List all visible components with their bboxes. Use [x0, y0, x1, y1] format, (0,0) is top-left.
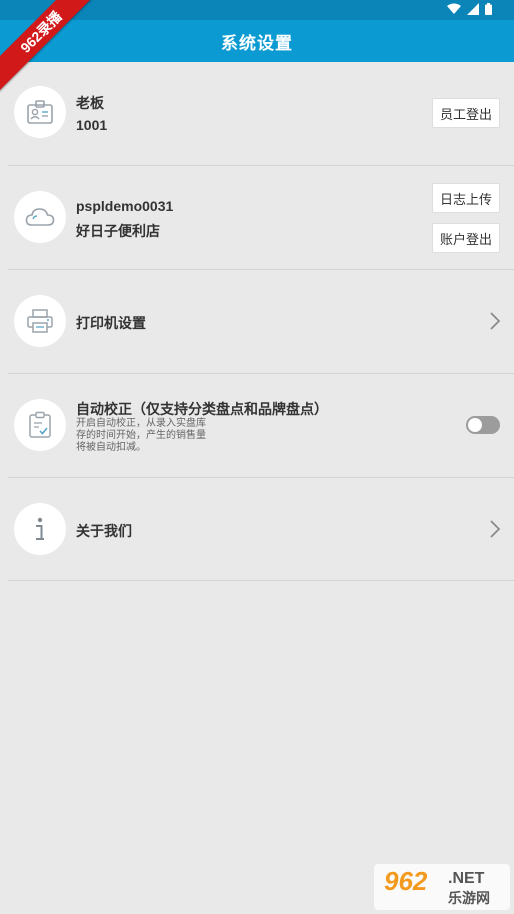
- page-title: 系统设置: [221, 33, 293, 53]
- info-icon: [36, 517, 44, 540]
- auto-correct-icon-circle: [14, 399, 66, 451]
- signal-icon: [467, 3, 479, 15]
- printer-settings-row[interactable]: 打印机设置: [8, 270, 514, 373]
- watermark-brand: 962: [384, 866, 428, 896]
- watermark-net: .NET: [448, 870, 485, 887]
- auto-correct-title: 自动校正（仅支持分类盘点和品牌盘点）: [76, 401, 328, 417]
- printer-settings-label: 打印机设置: [76, 315, 146, 331]
- about-us-label: 关于我们: [76, 523, 132, 539]
- cloud-icon: [25, 208, 55, 226]
- store-name: 好日子便利店: [76, 223, 160, 239]
- auto-correct-description: 开启自动校正，从录入实盘库 存的时间开始，产生的销售量 将被自动扣减。: [76, 418, 226, 454]
- app-bar: 系统设置: [0, 20, 514, 62]
- auto-correct-desc-line: 开启自动校正，从录入实盘库: [76, 418, 206, 429]
- printer-icon: [27, 309, 53, 333]
- auto-correct-desc-line: 存的时间开始，产生的销售量: [76, 430, 206, 441]
- wifi-icon: [447, 3, 461, 14]
- info-icon-circle: [14, 503, 66, 555]
- account-row: pspldemo0031 好日子便利店 日志上传 账户登出: [8, 166, 514, 269]
- employee-logout-button[interactable]: 员工登出: [432, 98, 500, 128]
- upload-log-button[interactable]: 日志上传: [432, 183, 500, 213]
- auto-correct-toggle[interactable]: [466, 416, 500, 434]
- battery-icon: [485, 3, 492, 15]
- chevron-right-icon: [490, 520, 500, 538]
- account-username: pspldemo0031: [76, 198, 174, 214]
- id-card-icon: [27, 100, 53, 124]
- employee-avatar: [14, 86, 66, 138]
- toggle-knob: [468, 418, 482, 432]
- divider: [8, 580, 514, 581]
- account-logout-button[interactable]: 账户登出: [432, 223, 500, 253]
- auto-correct-desc-line: 将被自动扣减。: [76, 442, 146, 453]
- site-watermark: 962 .NET 乐游网: [374, 864, 510, 910]
- auto-correct-row: 自动校正（仅支持分类盘点和品牌盘点） 开启自动校正，从录入实盘库 存的时间开始，…: [8, 374, 514, 477]
- about-us-row[interactable]: 关于我们: [8, 478, 514, 581]
- account-avatar: [14, 191, 66, 243]
- employee-id: 1001: [76, 117, 108, 133]
- clipboard-check-icon: [29, 411, 51, 438]
- chevron-right-icon: [490, 312, 500, 330]
- watermark-cn: 乐游网: [448, 890, 490, 906]
- employee-row: 老板 1001 员工登出: [8, 62, 514, 165]
- printer-icon-circle: [14, 295, 66, 347]
- employee-name: 老板: [76, 95, 104, 111]
